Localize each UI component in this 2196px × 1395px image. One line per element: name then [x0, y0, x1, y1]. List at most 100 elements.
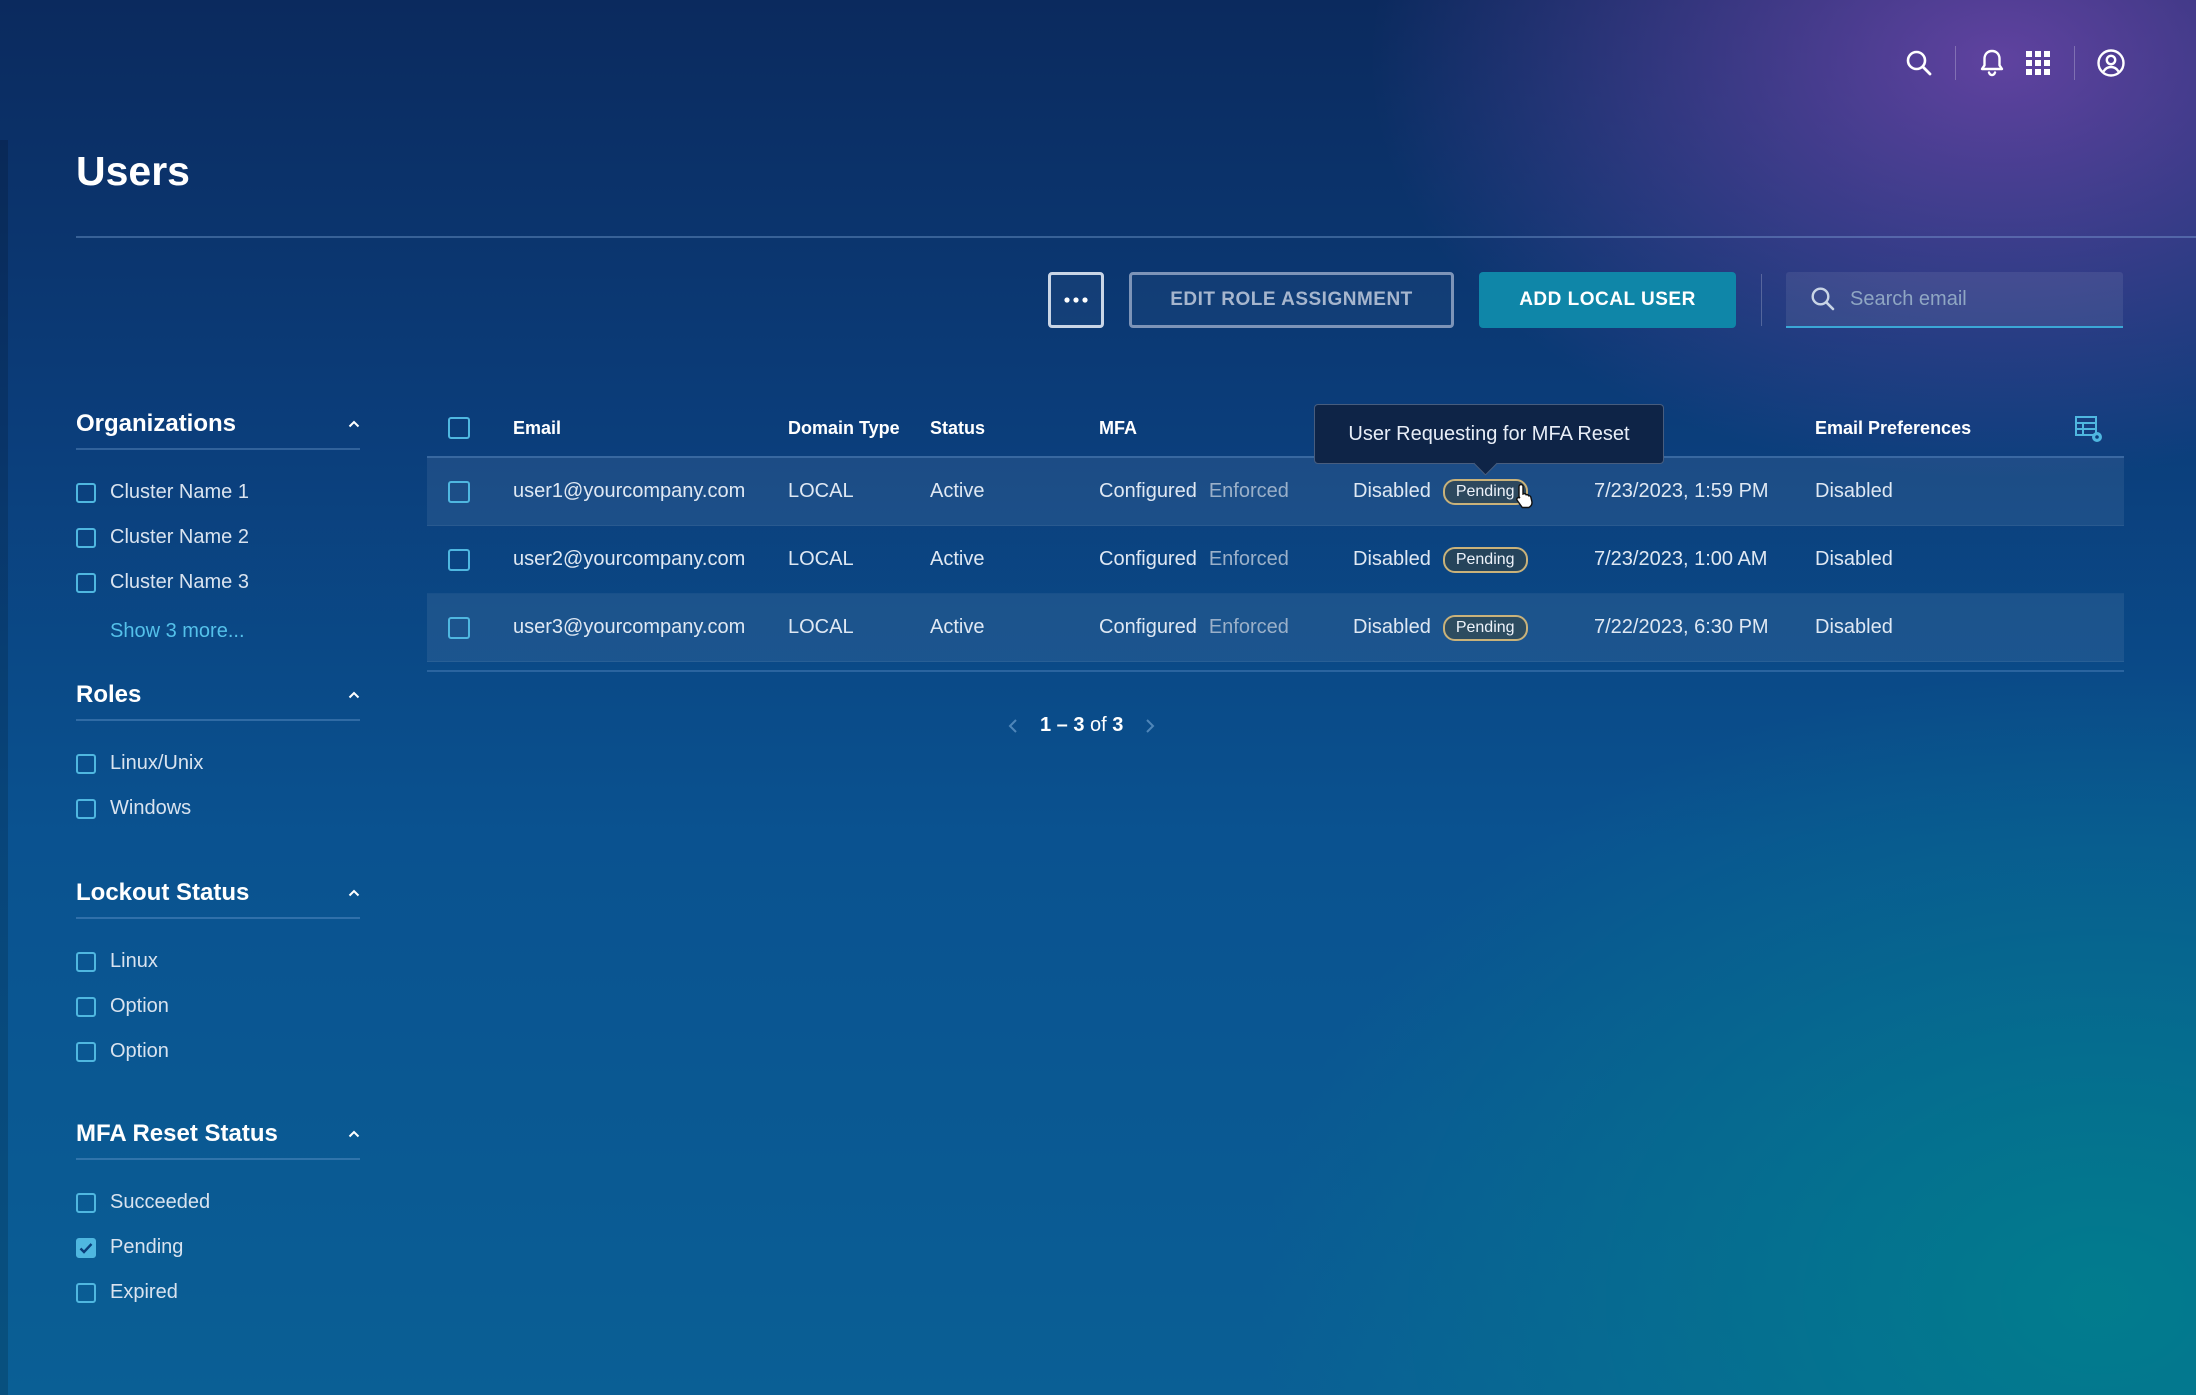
mfa-mode: Enforced	[1208, 548, 1289, 570]
chevron-right-icon[interactable]	[1145, 718, 1155, 734]
cell-status: Active	[930, 616, 985, 638]
mfa-reset-tooltip: User Requesting for MFA Reset	[1314, 404, 1664, 464]
topbar-divider	[2074, 46, 2075, 80]
search-email-field[interactable]	[1786, 272, 2123, 328]
cell-status: Active	[930, 548, 985, 570]
row-checkbox[interactable]	[448, 548, 470, 571]
filter-header[interactable]: Lockout Status	[76, 869, 360, 919]
cell-mfa: Configured Enforced	[1099, 616, 1353, 639]
table-header-row: Email Domain Type Status MFA n Email Pre…	[427, 400, 2124, 458]
table-bottom-divider	[427, 670, 2124, 672]
apps-grid-icon[interactable]	[2015, 40, 2061, 86]
ellipsis-icon	[1064, 297, 1088, 303]
page-of: of	[1090, 714, 1107, 736]
filter-mfa-reset-status: MFA Reset Status Succeeded Pending Expir…	[76, 1110, 360, 1315]
filter-option-label: Windows	[110, 797, 192, 819]
cell-last-login: 7/23/2023, 1:59 PM	[1594, 480, 1769, 502]
page-total: 3	[1112, 714, 1124, 736]
search-email-input[interactable]	[1850, 287, 2110, 311]
filter-option[interactable]: Linux	[76, 939, 360, 984]
more-actions-button[interactable]	[1048, 272, 1104, 328]
cell-email: user1@yourcompany.com	[513, 480, 746, 502]
cell-lockout: Disabled Pending	[1353, 478, 1594, 505]
page-title: Users	[76, 148, 190, 194]
pending-badge[interactable]: Pending	[1442, 614, 1528, 641]
select-all-checkbox[interactable]	[448, 417, 470, 439]
pagination: 1 – 3 of 3	[1008, 714, 1155, 737]
filter-option[interactable]: Succeeded	[76, 1180, 360, 1225]
filter-option[interactable]: Cluster Name 1	[76, 470, 360, 515]
filter-roles: Roles Linux/Unix Windows	[76, 671, 360, 831]
filter-option[interactable]: Linux/Unix	[76, 741, 360, 786]
chevron-left-icon[interactable]	[1008, 718, 1018, 734]
filter-option-label: Linux/Unix	[110, 752, 204, 774]
filter-option[interactable]: Cluster Name 2	[76, 515, 360, 560]
checkbox[interactable]	[76, 996, 96, 1017]
cell-mfa: Configured Enforced	[1099, 548, 1353, 571]
checkbox[interactable]	[76, 1282, 96, 1303]
checkbox[interactable]	[76, 798, 96, 819]
filter-option-label: Option	[110, 995, 169, 1017]
pending-badge[interactable]: Pending	[1442, 546, 1528, 573]
table-row[interactable]: user3@yourcompany.com LOCAL Active Confi…	[427, 594, 2124, 662]
filter-option-label: Expired	[110, 1281, 178, 1303]
chevron-up-icon[interactable]	[348, 889, 360, 897]
checkbox[interactable]	[76, 572, 96, 593]
mfa-mode: Enforced	[1208, 480, 1289, 502]
column-header-status[interactable]: Status	[930, 418, 1099, 439]
filter-option-label: Cluster Name 3	[110, 571, 249, 593]
column-header-email-preferences[interactable]: Email Preferences	[1815, 418, 2065, 439]
checkbox[interactable]	[76, 951, 96, 972]
page-range: 1 – 3 of 3	[1040, 714, 1123, 737]
title-divider	[76, 236, 2196, 238]
filter-header[interactable]: Roles	[76, 671, 360, 721]
chevron-up-icon[interactable]	[348, 420, 360, 428]
table-row[interactable]: user1@yourcompany.com LOCAL Active Confi…	[427, 458, 2124, 526]
filter-option[interactable]: Cluster Name 3	[76, 560, 360, 605]
filter-title: MFA Reset Status	[76, 1120, 278, 1147]
checkbox[interactable]	[76, 482, 96, 503]
checkbox[interactable]	[76, 527, 96, 548]
add-local-user-button[interactable]: ADD LOCAL USER	[1479, 272, 1736, 328]
users-table: Email Domain Type Status MFA n Email Pre…	[427, 400, 2124, 672]
filter-option-label: Cluster Name 2	[110, 526, 249, 548]
filter-option-label: Option	[110, 1040, 169, 1062]
column-settings-icon[interactable]	[2074, 414, 2104, 449]
column-header-domain-type[interactable]: Domain Type	[788, 418, 930, 439]
cell-lockout: Disabled Pending	[1353, 614, 1594, 641]
cell-email-preferences: Disabled	[1815, 480, 1893, 502]
filter-option[interactable]: Pending	[76, 1225, 360, 1270]
cell-email: user2@yourcompany.com	[513, 548, 746, 570]
table-row[interactable]: user2@yourcompany.com LOCAL Active Confi…	[427, 526, 2124, 594]
cell-email-preferences: Disabled	[1815, 616, 1893, 638]
row-checkbox[interactable]	[448, 616, 470, 639]
filter-option-label: Succeeded	[110, 1191, 211, 1213]
filter-option[interactable]: Windows	[76, 786, 360, 831]
row-checkbox[interactable]	[448, 480, 470, 503]
search-icon[interactable]	[1896, 40, 1942, 86]
edit-role-assignment-button[interactable]: EDIT ROLE ASSIGNMENT	[1129, 272, 1454, 328]
toolbar-divider	[1761, 274, 1762, 326]
account-icon[interactable]	[2088, 40, 2134, 86]
show-more-link[interactable]: Show 3 more...	[76, 605, 360, 657]
filter-header[interactable]: MFA Reset Status	[76, 1110, 360, 1160]
checkbox[interactable]	[76, 1041, 96, 1062]
chevron-up-icon[interactable]	[348, 1130, 360, 1138]
filter-option-label: Cluster Name 1	[110, 481, 249, 503]
filter-option-label: Pending	[110, 1236, 184, 1258]
bell-icon[interactable]	[1969, 40, 2015, 86]
checkbox[interactable]	[76, 753, 96, 774]
checkbox-checked[interactable]	[76, 1237, 96, 1258]
filter-option[interactable]: Expired	[76, 1270, 360, 1315]
cell-last-login: 7/22/2023, 6:30 PM	[1594, 616, 1769, 638]
checkbox[interactable]	[76, 1192, 96, 1213]
column-header-email[interactable]: Email	[513, 418, 788, 439]
filter-option[interactable]: Option	[76, 1029, 360, 1074]
mfa-state: Configured	[1099, 548, 1197, 570]
chevron-up-icon[interactable]	[348, 691, 360, 699]
lockout-state: Disabled	[1353, 548, 1431, 570]
top-bar	[1896, 40, 2134, 86]
cell-last-login: 7/23/2023, 1:00 AM	[1594, 548, 1768, 570]
filter-header[interactable]: Organizations	[76, 400, 360, 450]
filter-option[interactable]: Option	[76, 984, 360, 1029]
